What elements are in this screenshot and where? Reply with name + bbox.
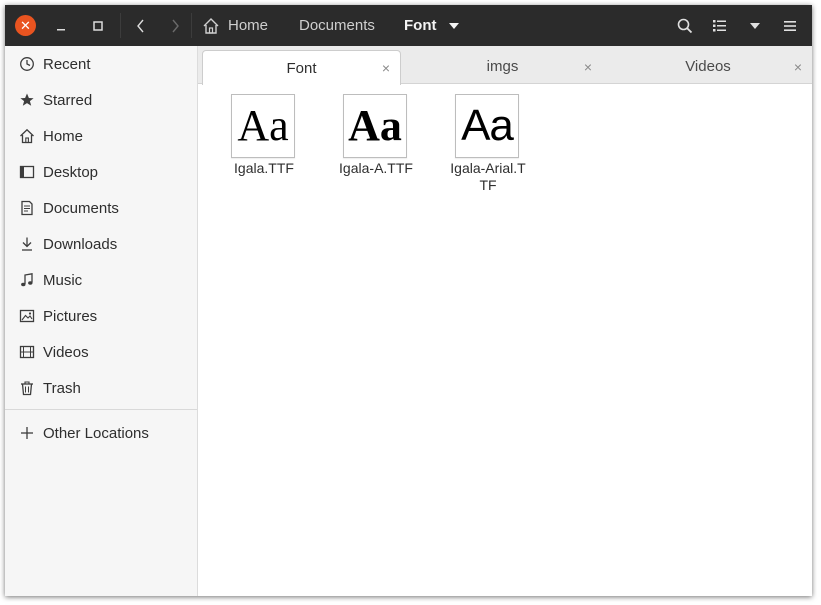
sidebar-item-label: Other Locations xyxy=(43,424,149,442)
forward-button[interactable] xyxy=(163,13,187,39)
font-preview-text: Aa xyxy=(461,101,514,150)
back-button[interactable] xyxy=(129,13,153,39)
chevron-down-icon xyxy=(449,22,460,29)
tab-label: imgs xyxy=(486,58,519,75)
home-icon xyxy=(18,127,36,145)
font-preview-text: Aa xyxy=(348,101,402,150)
sidebar-item-home[interactable]: Home xyxy=(5,119,197,153)
font-preview-thumbnail: Aa xyxy=(343,94,407,158)
search-button[interactable] xyxy=(673,14,697,38)
sidebar: Recent Starred Home Desktop Documents Do… xyxy=(5,46,198,596)
home-icon xyxy=(203,17,219,34)
sidebar-item-videos[interactable]: Videos xyxy=(5,335,197,369)
tab-close-button[interactable]: × xyxy=(382,51,390,84)
chevron-left-icon xyxy=(137,19,144,33)
hamburger-menu-icon xyxy=(784,21,796,31)
sidebar-item-pictures[interactable]: Pictures xyxy=(5,299,197,333)
view-toggle-button[interactable] xyxy=(708,14,732,38)
header-separator xyxy=(191,13,192,38)
close-window-button[interactable]: ✕ xyxy=(15,15,36,36)
header-separator xyxy=(120,13,121,38)
trash-icon xyxy=(18,379,36,397)
chevron-down-icon xyxy=(750,23,760,29)
download-icon xyxy=(18,235,36,253)
sidebar-item-starred[interactable]: Starred xyxy=(5,83,197,117)
sidebar-item-label: Documents xyxy=(43,199,119,217)
tab-font[interactable]: Font × xyxy=(202,50,401,85)
font-preview-text: Aa xyxy=(237,101,289,150)
sidebar-item-label: Downloads xyxy=(43,235,118,253)
sidebar-item-desktop[interactable]: Desktop xyxy=(5,155,197,189)
font-preview-thumbnail: Aa xyxy=(455,94,519,158)
tab-bar: Font × imgs × Videos × xyxy=(198,46,812,85)
sidebar-item-label: Desktop xyxy=(43,163,99,181)
breadcrumb-current-label: Font xyxy=(404,17,437,34)
tab-close-button[interactable]: × xyxy=(584,50,592,83)
star-icon xyxy=(18,91,36,109)
search-icon xyxy=(677,18,693,34)
sidebar-item-trash[interactable]: Trash xyxy=(5,371,197,405)
sidebar-item-label: Music xyxy=(43,271,83,289)
picture-icon xyxy=(18,307,36,325)
view-options-button[interactable] xyxy=(743,14,767,38)
file-manager-window: ✕ Home Documents Font Recent Starred Hom… xyxy=(5,5,812,596)
video-icon xyxy=(18,343,36,361)
sidebar-item-label: Trash xyxy=(43,379,81,397)
sidebar-item-label: Recent xyxy=(43,55,91,73)
breadcrumb-documents[interactable]: Documents xyxy=(299,5,375,46)
breadcrumb-current[interactable]: Font xyxy=(404,5,460,46)
sidebar-item-documents[interactable]: Documents xyxy=(5,191,197,225)
breadcrumb-home-label: Home xyxy=(228,17,269,34)
sidebar-item-label: Home xyxy=(43,127,84,145)
sidebar-item-label: Videos xyxy=(43,343,89,361)
maximize-button[interactable] xyxy=(87,15,109,37)
minimize-button[interactable] xyxy=(50,15,72,37)
clock-icon xyxy=(18,55,36,73)
chevron-right-icon xyxy=(172,19,179,33)
file-name: Igala-A.TTF xyxy=(339,160,413,176)
file-name: Igala.TTF xyxy=(234,160,294,176)
file-name: Igala-Arial.TTF xyxy=(450,160,526,193)
minimize-icon xyxy=(57,29,65,31)
tab-label: Videos xyxy=(685,58,731,75)
sidebar-item-other-locations[interactable]: Other Locations xyxy=(5,416,197,450)
tab-close-button[interactable]: × xyxy=(794,50,802,83)
sidebar-item-label: Pictures xyxy=(43,307,98,325)
menu-button[interactable] xyxy=(778,14,802,38)
sidebar-item-downloads[interactable]: Downloads xyxy=(5,227,197,261)
maximize-icon xyxy=(93,21,103,31)
tab-imgs[interactable]: imgs × xyxy=(403,50,602,83)
sidebar-item-label: Starred xyxy=(43,91,93,109)
font-preview-thumbnail: Aa xyxy=(231,94,295,158)
breadcrumb-documents-label: Documents xyxy=(299,17,375,34)
sidebar-divider xyxy=(5,409,197,410)
content-area: Font × imgs × Videos × Aa Igala.TTF Aa I… xyxy=(198,46,812,596)
tab-label: Font xyxy=(286,59,317,77)
tab-videos[interactable]: Videos × xyxy=(606,50,810,83)
breadcrumb-home[interactable]: Home xyxy=(202,5,268,46)
list-view-icon xyxy=(713,20,726,32)
desktop-icon xyxy=(18,163,36,181)
sidebar-item-recent[interactable]: Recent xyxy=(5,47,197,81)
plus-icon xyxy=(18,424,36,442)
sidebar-item-music[interactable]: Music xyxy=(5,263,197,297)
header-bar: ✕ Home Documents Font xyxy=(5,5,812,46)
document-icon xyxy=(18,199,36,217)
music-icon xyxy=(18,271,36,289)
